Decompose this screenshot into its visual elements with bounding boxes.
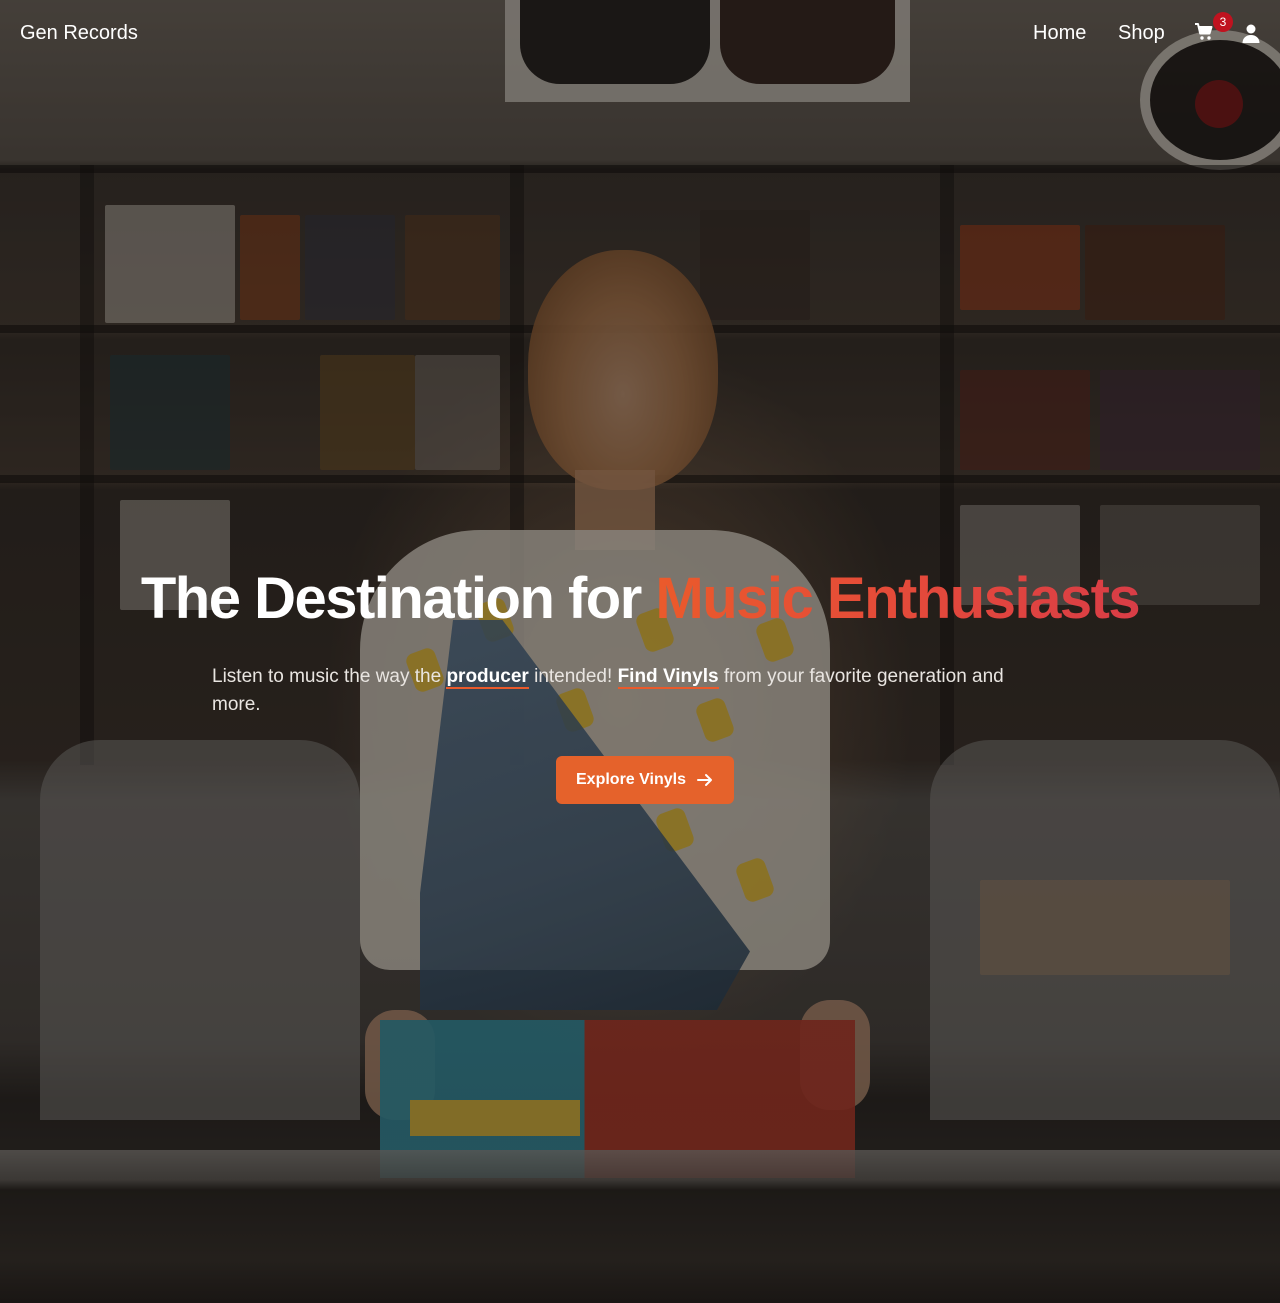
hero-headline: The Destination for Music Enthusiasts bbox=[0, 560, 1280, 638]
hero-description: Listen to music the way the producer int… bbox=[212, 663, 1052, 719]
user-icon bbox=[1242, 24, 1260, 43]
explore-vinyls-button[interactable]: Explore Vinyls bbox=[556, 756, 734, 804]
account-button[interactable] bbox=[1241, 23, 1263, 45]
description-text: intended! bbox=[528, 666, 618, 687]
brand-logo[interactable]: Gen Records bbox=[20, 22, 138, 45]
headline-accent-text: Music Enthusiasts bbox=[655, 566, 1140, 631]
hero-content: The Destination for Music Enthusiasts Li… bbox=[0, 560, 1280, 804]
shopping-cart-icon bbox=[1195, 23, 1213, 40]
producer-link[interactable]: producer bbox=[446, 666, 529, 689]
headline-text: The Destination for bbox=[140, 566, 656, 631]
explore-vinyls-label: Explore Vinyls bbox=[576, 771, 686, 788]
description-text: Listen to music the way the bbox=[212, 666, 447, 687]
nav-link-home[interactable]: Home bbox=[1033, 22, 1086, 45]
nav-link-shop[interactable]: Shop bbox=[1118, 22, 1165, 45]
arrow-right-icon bbox=[696, 774, 712, 786]
hero-section: Gen Records Home Shop 3 The Destination … bbox=[0, 0, 1280, 1303]
find-vinyls-link[interactable]: Find Vinyls bbox=[617, 666, 719, 689]
top-nav: Gen Records Home Shop 3 bbox=[0, 0, 1280, 68]
cart-count-badge: 3 bbox=[1213, 12, 1233, 32]
